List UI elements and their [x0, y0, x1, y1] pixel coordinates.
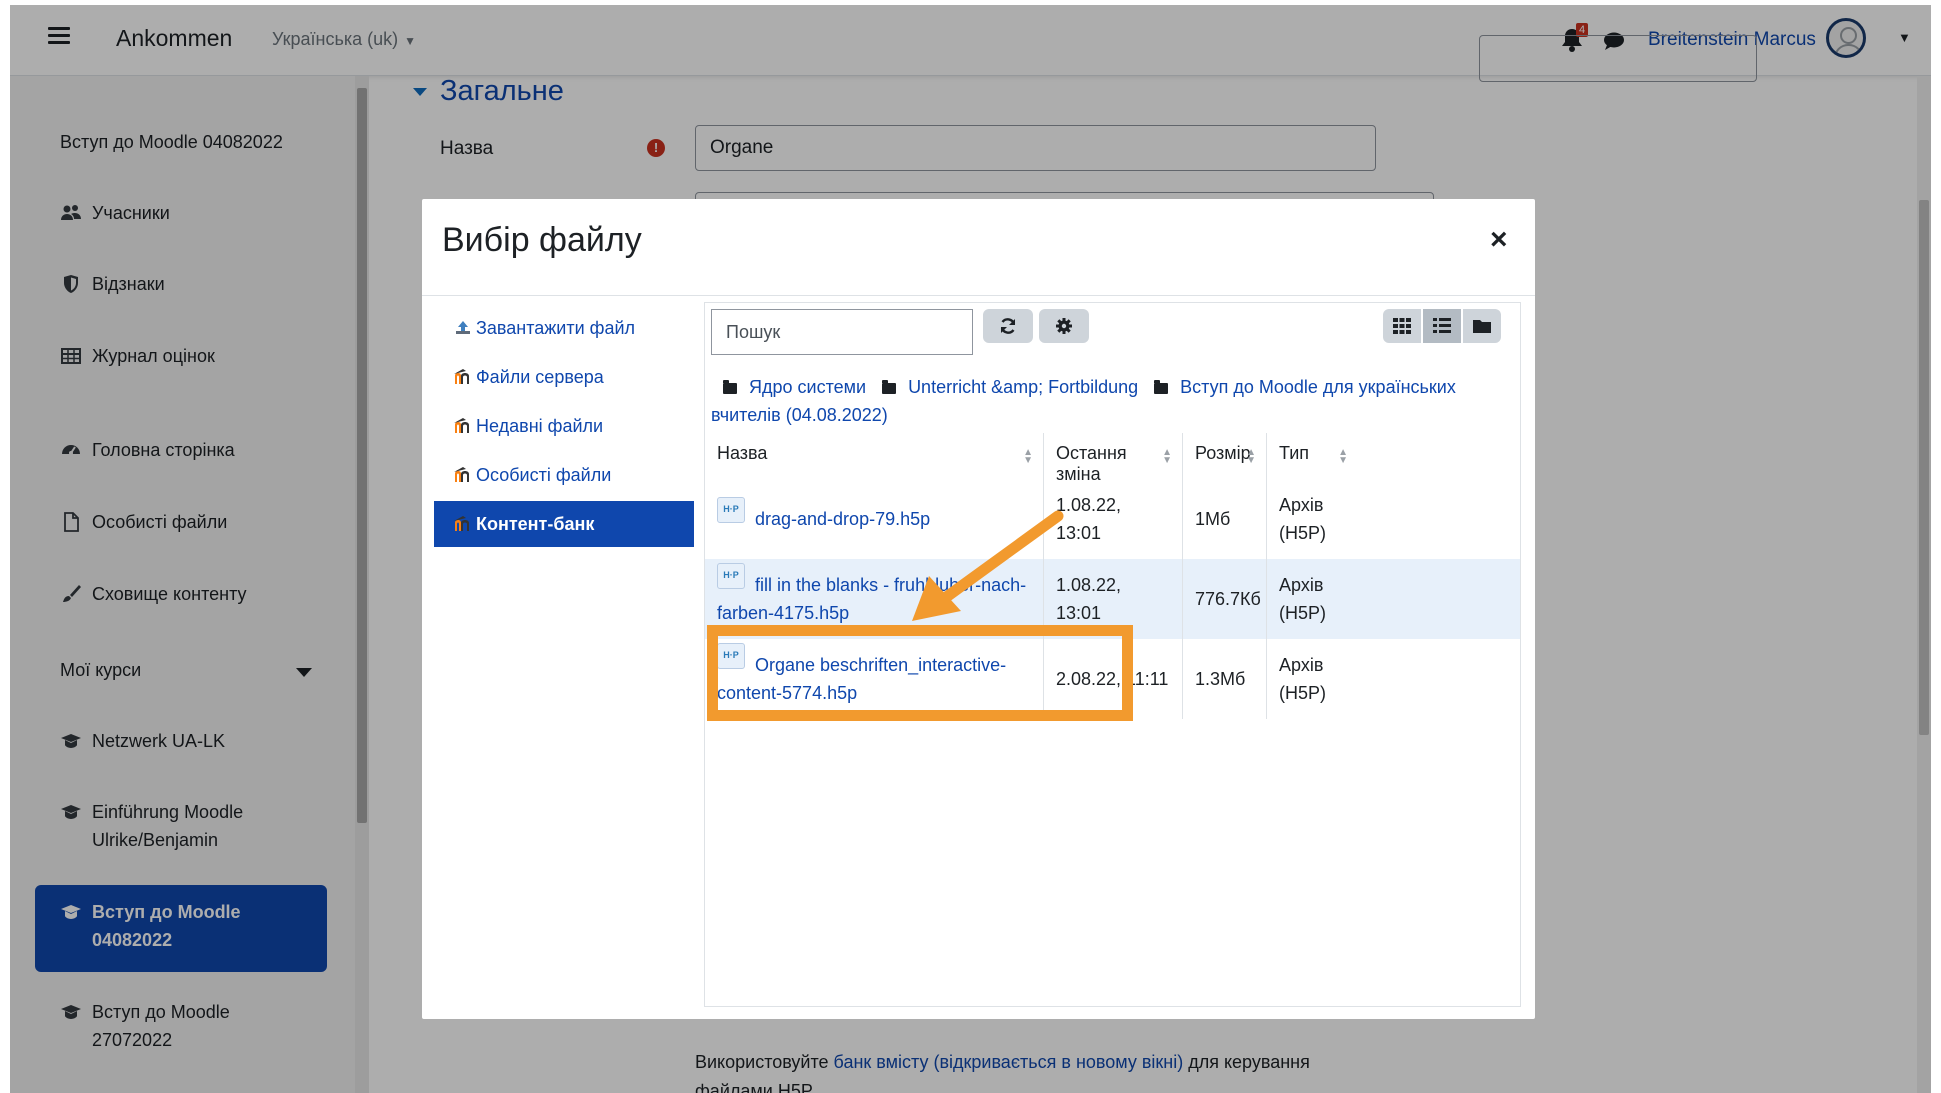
table-row[interactable]: H·P drag-and-drop-79.h5p 1.08.22, 13:01 1… — [705, 479, 1520, 559]
file-type-cell: Архів (H5P) — [1279, 495, 1327, 543]
sort-icon: ▲ ▼ — [1246, 447, 1256, 466]
breadcrumb-item[interactable]: Unterricht &amp; Fortbildung — [908, 377, 1138, 397]
grid-icon — [1393, 318, 1411, 334]
highlight-box — [707, 625, 1133, 721]
moodle-window: Ankommen Українська (uk) ▼ 4 Breitenstein… — [10, 5, 1931, 1093]
column-header-type[interactable]: Тип ▲ ▼ — [1267, 433, 1358, 479]
folder-icon — [1473, 320, 1491, 333]
repo-private-files[interactable]: Особисті файли — [434, 452, 694, 498]
breadcrumb-item[interactable]: Ядро системи — [749, 377, 866, 397]
column-header-modified[interactable]: Остання зміна ▲ ▼ — [1044, 433, 1183, 484]
repo-label: Особисті файли — [476, 464, 612, 485]
file-size-cell: 1Мб — [1183, 479, 1267, 559]
repo-label: Завантажити файл — [476, 317, 636, 338]
column-label: Остання зміна — [1056, 443, 1127, 484]
folder-icon — [882, 379, 897, 394]
repo-label: Контент-банк — [476, 513, 595, 534]
file-name-cell[interactable]: H·P drag-and-drop-79.h5p — [705, 479, 1044, 559]
moodle-icon — [454, 418, 469, 433]
breadcrumb: Ядро системи Unterricht &amp; Fortbildung… — [711, 373, 1511, 429]
moodle-icon — [454, 369, 469, 384]
upload-icon — [456, 321, 470, 334]
column-label: Тип — [1279, 443, 1310, 463]
file-size-cell: 776.7Кб — [1183, 559, 1267, 639]
column-header-name[interactable]: Назва ▲ ▼ — [705, 433, 1044, 479]
settings-button[interactable] — [1039, 309, 1089, 343]
file-modified-cell: 1.08.22, 13:01 — [1044, 479, 1183, 559]
gear-icon — [1056, 318, 1072, 334]
list-icon — [1433, 318, 1451, 333]
sort-icon: ▲ ▼ — [1023, 447, 1033, 466]
file-size-cell: 1.3Мб — [1183, 639, 1267, 719]
repo-upload[interactable]: Завантажити файл — [434, 305, 694, 351]
close-icon[interactable]: × — [1490, 223, 1508, 257]
file-picker-dialog: Вибір файлу × Завантажити файл Файли сер… — [422, 199, 1535, 1019]
column-label: Назва — [717, 443, 768, 463]
search-input[interactable]: Пошук — [711, 309, 973, 355]
repo-content-bank[interactable]: Контент-банк — [434, 501, 694, 547]
view-list-button[interactable] — [1423, 309, 1461, 343]
repo-label: Файли сервера — [476, 366, 604, 387]
folder-icon — [723, 379, 737, 394]
file-link[interactable]: drag-and-drop-79.h5p — [755, 509, 930, 529]
view-icons-button[interactable] — [1383, 309, 1421, 343]
refresh-icon — [1000, 318, 1016, 334]
h5p-file-icon: H·P — [717, 497, 745, 523]
repo-recent-files[interactable]: Недавні файли — [434, 403, 694, 449]
dialog-title: Вибір файлу — [442, 221, 642, 259]
sort-icon: ▲ ▼ — [1162, 447, 1172, 466]
file-type-cell: Архів (H5P) — [1279, 575, 1327, 623]
repo-server-files[interactable]: Файли сервера — [434, 354, 694, 400]
sort-icon: ▲ ▼ — [1338, 447, 1348, 466]
refresh-button[interactable] — [983, 309, 1033, 343]
h5p-file-icon: H·P — [717, 563, 745, 589]
folder-icon — [1154, 379, 1169, 394]
moodle-icon — [454, 516, 469, 531]
dialog-header-divider — [422, 295, 1535, 296]
column-header-size[interactable]: Розмір ▲ ▼ — [1183, 433, 1267, 479]
column-label: Розмір — [1195, 443, 1251, 463]
repo-label: Недавні файли — [476, 415, 604, 436]
file-type-cell: Архів (H5P) — [1279, 655, 1327, 703]
moodle-icon — [454, 467, 469, 482]
file-link[interactable]: fill in the blanks - fruhbluher-nach-far… — [717, 575, 1026, 623]
view-tree-button[interactable] — [1463, 309, 1501, 343]
